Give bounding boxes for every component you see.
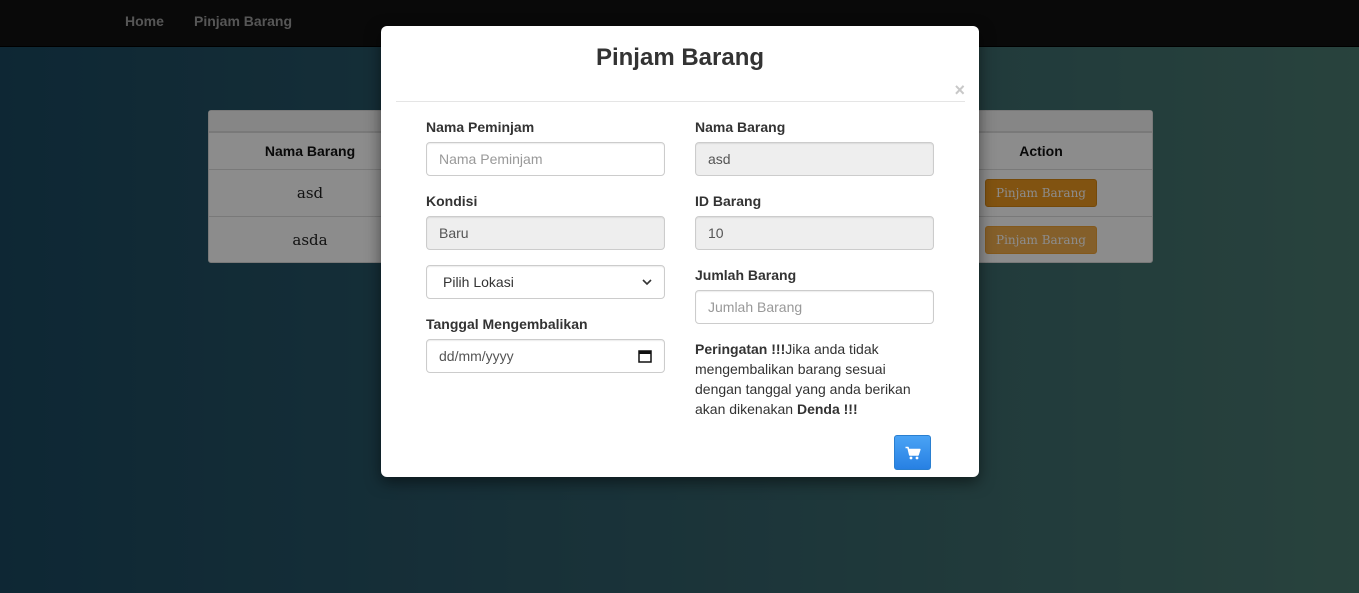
chevron-down-icon xyxy=(642,279,652,286)
jumlah-barang-input[interactable]: Jumlah Barang xyxy=(695,290,934,324)
kondisi-label: Kondisi xyxy=(426,193,478,209)
kondisi-field: Baru xyxy=(426,216,665,250)
submit-cart-button[interactable] xyxy=(894,435,931,470)
warning-text: Peringatan !!!Jika anda tidak mengembali… xyxy=(695,339,935,419)
lokasi-selected-value: Pilih Lokasi xyxy=(443,274,514,290)
warning-suffix: Denda !!! xyxy=(796,401,858,417)
nama-peminjam-label: Nama Peminjam xyxy=(426,119,535,135)
pinjam-barang-modal: Pinjam Barang × Nama Peminjam Nama Pemin… xyxy=(381,26,979,477)
modal-divider xyxy=(396,101,965,102)
lokasi-select[interactable]: Pilih Lokasi xyxy=(426,265,665,299)
nama-barang-field: asd xyxy=(695,142,934,176)
warning-prefix: Peringatan !!! xyxy=(695,341,786,357)
cart-icon xyxy=(905,446,921,459)
tanggal-date-input[interactable]: dd/mm/yyyy xyxy=(426,339,665,373)
kondisi-value: Baru xyxy=(439,225,469,241)
nama-barang-label: Nama Barang xyxy=(695,119,786,135)
jumlah-barang-label: Jumlah Barang xyxy=(695,267,797,283)
calendar-icon[interactable] xyxy=(638,349,652,363)
modal-title: Pinjam Barang xyxy=(595,44,765,71)
close-icon[interactable]: × xyxy=(954,80,965,100)
id-barang-field: 10 xyxy=(695,216,934,250)
id-barang-value: 10 xyxy=(708,225,724,241)
tanggal-label: Tanggal Mengembalikan xyxy=(426,316,588,332)
nama-peminjam-input[interactable]: Nama Peminjam xyxy=(426,142,665,176)
nama-barang-value: asd xyxy=(708,151,731,167)
tanggal-placeholder: dd/mm/yyyy xyxy=(439,348,514,364)
nama-peminjam-placeholder: Nama Peminjam xyxy=(439,151,543,167)
jumlah-barang-placeholder: Jumlah Barang xyxy=(708,299,803,315)
id-barang-label: ID Barang xyxy=(695,193,762,209)
